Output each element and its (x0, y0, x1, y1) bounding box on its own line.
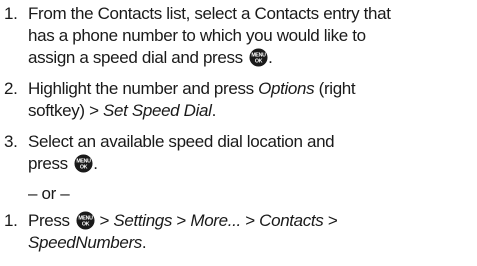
step-line: assign a speed dial and press . (28, 47, 468, 69)
step-line-tail: . (93, 154, 98, 173)
menu-arrow: > (172, 211, 191, 230)
menu-ok-key-icon (249, 48, 268, 67)
step-line: SpeedNumbers. (28, 232, 468, 254)
contacts-menu-label: Contacts (259, 211, 324, 230)
menu-arrow: > (240, 211, 260, 230)
step-text-segment: (right (314, 79, 356, 98)
step-number: 2. (4, 79, 18, 98)
step-text-segment: softkey) (28, 101, 90, 120)
step-number: 3. (4, 132, 18, 151)
or-separator: – or – (28, 184, 70, 203)
step-line-tail: . (141, 233, 147, 252)
step-line: press . (28, 153, 468, 175)
step-text: Highlight the number and press Options (… (28, 78, 468, 122)
menu-ok-key-icon (74, 154, 93, 173)
menu-arrow: > (95, 211, 114, 230)
step-line: softkey) > Set Speed Dial. (28, 100, 468, 122)
menu-arrow: > (89, 101, 99, 120)
set-speed-dial-label: Set Speed Dial (98, 101, 212, 120)
step-line: has a phone number to which you would li… (28, 26, 366, 45)
more-menu-label: More... (190, 211, 241, 230)
step-number: 1. (4, 211, 18, 230)
step-line: From the Contacts list, select a Contact… (28, 4, 391, 23)
speed-numbers-menu-label: SpeedNumbers (28, 233, 142, 252)
options-softkey-label: Options (258, 79, 315, 98)
menu-arrow: > (323, 211, 338, 230)
step-text-segment: . (211, 101, 217, 120)
step-text-segment: Highlight the number and press (28, 79, 259, 98)
step-text: Select an available speed dial location … (28, 131, 468, 175)
step-text: Press > Settings > More... > Contacts > … (28, 210, 468, 254)
settings-menu-label: Settings (113, 211, 173, 230)
instruction-document: 1. From the Contacts list, select a Cont… (0, 0, 477, 266)
step-line: Select an available speed dial location … (28, 132, 335, 151)
step-number: 1. (4, 4, 18, 23)
step-line-tail: . (268, 48, 273, 67)
step-text: From the Contacts list, select a Contact… (28, 3, 468, 69)
step-text-segment: press (28, 154, 68, 173)
step-line: Press > Settings > More... > Contacts > (28, 210, 468, 232)
menu-ok-key-icon (76, 211, 95, 230)
step-line-text: assign a speed dial and press (28, 48, 243, 67)
step-line: Highlight the number and press Options (… (28, 78, 468, 100)
step-text-segment: Press (28, 211, 70, 230)
